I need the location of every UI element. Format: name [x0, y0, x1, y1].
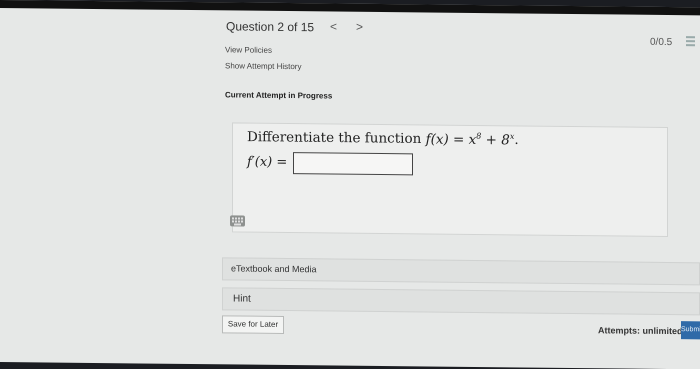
- top-bar: [0, 0, 700, 16]
- answer-input[interactable]: [293, 152, 413, 176]
- show-attempt-history-link[interactable]: Show Attempt History: [225, 61, 301, 71]
- answer-label: f′(x) =: [247, 154, 288, 171]
- list-icon[interactable]: [686, 36, 695, 48]
- save-for-later-button[interactable]: Save for Later: [222, 315, 284, 334]
- submit-button[interactable]: Submit: [681, 321, 700, 340]
- score-display: 0/0.5: [650, 36, 673, 49]
- question-prompt: Differentiate the function f(x) = x8 + 8…: [247, 129, 519, 148]
- prompt-text: Differentiate the function: [247, 129, 422, 147]
- hint-panel[interactable]: Hint: [222, 287, 700, 316]
- hint-label: Hint: [233, 293, 251, 305]
- question-box: Differentiate the function f(x) = x8 + 8…: [232, 122, 668, 237]
- keyboard-icon[interactable]: [230, 215, 245, 227]
- assignment-page: Question 2 of 15 < > 0/0.5 View Policies…: [0, 0, 700, 369]
- view-policies-link[interactable]: View Policies: [225, 45, 272, 54]
- function-plus-term: + 8: [481, 131, 510, 148]
- question-counter: Question 2 of 15: [226, 19, 315, 35]
- function-lhs: f(x) = x: [425, 130, 477, 148]
- function-expression: f(x) = x8 + 8x: [426, 131, 515, 148]
- etextbook-panel[interactable]: eTextbook and Media: [222, 257, 700, 286]
- attempts-label: Attempts: unlimited: [598, 325, 683, 337]
- previous-question-button[interactable]: <: [330, 19, 337, 33]
- attempt-status: Current Attempt in Progress: [225, 90, 333, 101]
- next-question-button[interactable]: >: [356, 20, 363, 34]
- prompt-period: .: [514, 131, 519, 148]
- etextbook-label: eTextbook and Media: [231, 263, 317, 275]
